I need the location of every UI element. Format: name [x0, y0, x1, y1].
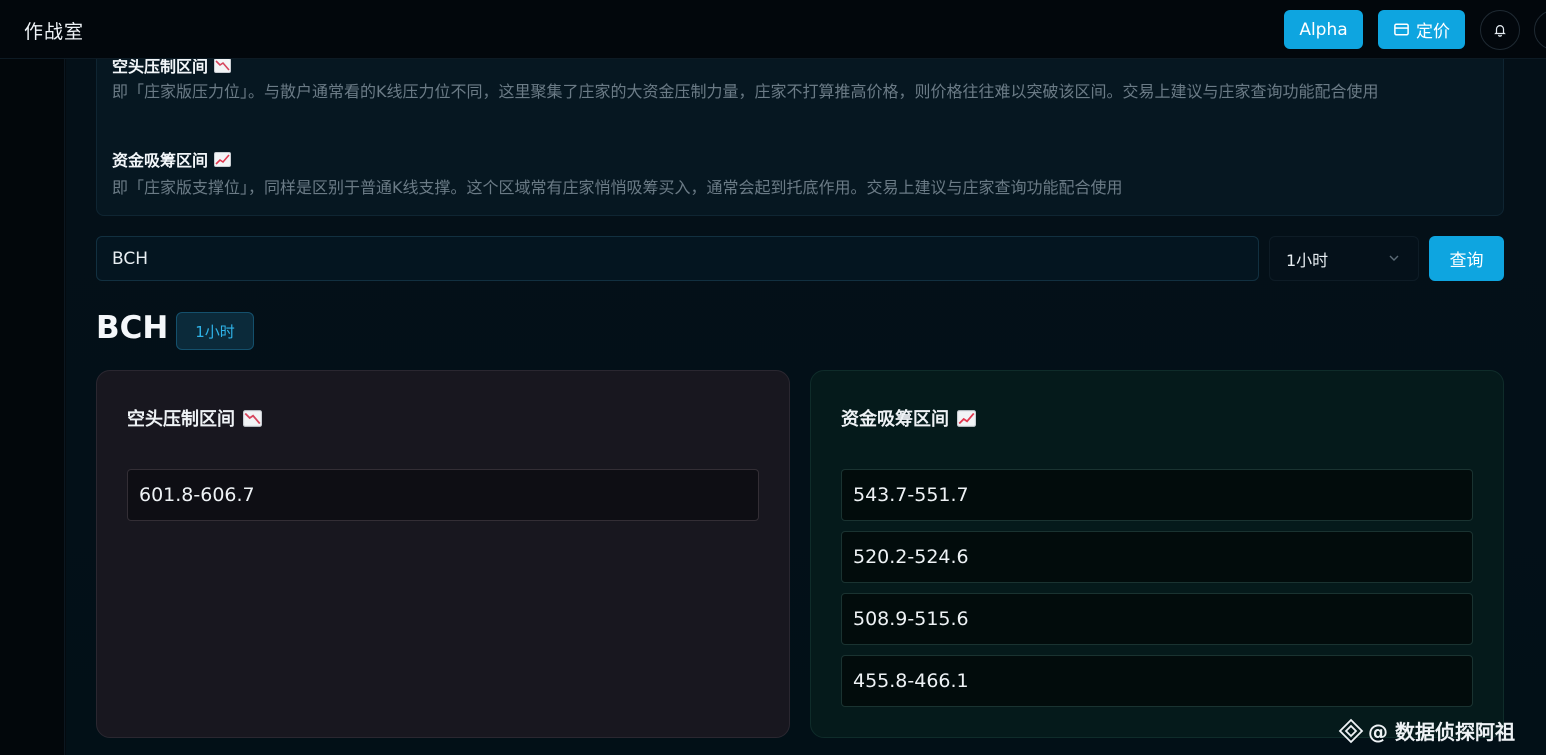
notifications-button[interactable] [1480, 10, 1520, 50]
bell-icon [1494, 25, 1506, 37]
support-zone-item: 508.9-515.6 [841, 593, 1473, 645]
alpha-button[interactable]: Alpha [1284, 10, 1363, 49]
resist-zone-item: 601.8-606.7 [127, 469, 759, 521]
query-button[interactable]: 查询 [1429, 236, 1504, 281]
chart-down-icon [214, 57, 232, 73]
result-symbol: BCH [96, 310, 169, 346]
watermark-text: @ 数据侦探阿祖 [1368, 720, 1515, 744]
support-zone-card: 资金吸筹区间 543.7-551.7 520.2-524.6 508.9-515… [810, 370, 1504, 738]
support-zone-title-text: 资金吸筹区间 [841, 409, 949, 430]
chart-up-icon [957, 409, 976, 427]
resist-zone-title: 空头压制区间 [127, 405, 262, 431]
support-zone-title: 资金吸筹区间 [841, 405, 976, 431]
chart-down-icon [243, 409, 262, 427]
interval-select[interactable]: 1小时 [1269, 236, 1419, 281]
sidebar [0, 59, 65, 755]
app-title[interactable]: 作战室 [24, 17, 84, 44]
diamond-logo-icon [1338, 718, 1364, 743]
card-icon [1394, 23, 1409, 36]
avatar[interactable] [1534, 10, 1546, 50]
top-bar: 作战室 Alpha 定价 [0, 0, 1546, 59]
symbol-input[interactable] [96, 236, 1259, 281]
watermark: @ 数据侦探阿祖 [1338, 716, 1515, 745]
support-explanation-title-text: 资金吸筹区间 [112, 151, 209, 170]
pricing-label: 定价 [1416, 22, 1450, 42]
zone-explanation-card: 空头压制区间 即「庄家版压力位」。与散户通常看的K线压力位不同，这里聚集了庄家的… [96, 38, 1504, 216]
pricing-button[interactable]: 定价 [1378, 10, 1465, 49]
interval-select-value: 1小时 [1286, 250, 1329, 270]
support-explanation-text: 即「庄家版支撑位」，同样是区别于普通K线支撑。这个区域常有庄家悄悄吸筹买入，通常… [112, 178, 1123, 197]
resist-explanation-text: 即「庄家版压力位」。与散户通常看的K线压力位不同，这里聚集了庄家的大资金压制力量… [112, 82, 1379, 101]
chevron-down-icon [1389, 255, 1399, 261]
resist-zone-card: 空头压制区间 601.8-606.7 [96, 370, 790, 738]
interval-badge: 1小时 [176, 312, 254, 350]
support-zone-item: 543.7-551.7 [841, 469, 1473, 521]
chart-up-icon [214, 151, 232, 167]
support-zone-item: 520.2-524.6 [841, 531, 1473, 583]
resist-zone-title-text: 空头压制区间 [127, 409, 235, 430]
support-zone-item: 455.8-466.1 [841, 655, 1473, 707]
support-explanation-title: 资金吸筹区间 [112, 147, 232, 171]
